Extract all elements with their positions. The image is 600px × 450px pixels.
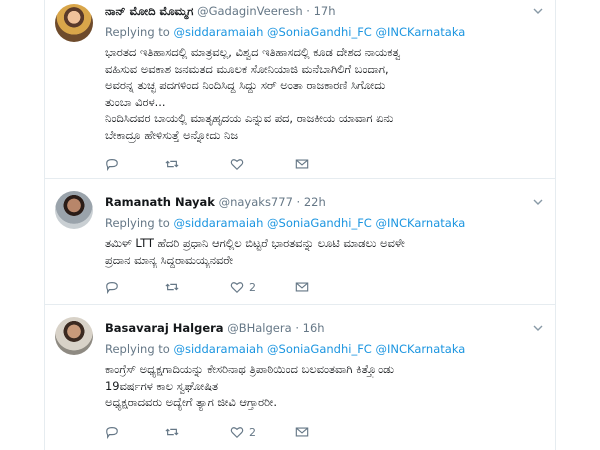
page-left-margin xyxy=(0,0,45,450)
tweet-text-line: ವಹಿಸುವ ಅವಕಾಶ ಜನಮತದ ಮೂಲಕ ಸೋನಿಯಾಜಿ ಮನೆಬಾಗಿ… xyxy=(105,61,389,76)
like-count: 2 xyxy=(249,425,256,439)
heart-icon xyxy=(230,282,244,294)
retweet-icon xyxy=(165,428,179,436)
separator-dot: · xyxy=(306,4,310,18)
envelope-icon xyxy=(295,427,309,437)
tweet-actions: 2 xyxy=(105,423,405,441)
separator-dot: · xyxy=(296,195,301,209)
like-button[interactable]: 2 xyxy=(230,423,256,441)
tweet-header: Basavaraj Halgera @BHalgera · 16h xyxy=(105,321,325,335)
display-name[interactable]: ನಾನ್ ಮೋದಿ ಮೊಮ್ಮಗ xyxy=(105,4,193,18)
tweet-text-line: 19ವರ್ಷಗಳ ಕಾಲ ಸ್ವಘೋಷಿತ xyxy=(105,378,218,393)
timestamp[interactable]: 22h xyxy=(304,195,326,209)
user-handle[interactable]: @nayaks777 xyxy=(219,195,293,209)
separator-dot: · xyxy=(295,321,299,335)
tweet[interactable]: ನಾನ್ ಮೋದಿ ಮೊಮ್ಮಗ @GadaginVeeresh · 17h R… xyxy=(45,0,555,179)
tweet-text: ಕಾಂಗ್ರೆಸ್ ಅಧ್ಯಕ್ಷಗಾದಿಯನ್ನು ಕೇಸರಿನಾಥ ತ್ರಿ… xyxy=(105,361,545,411)
tweet-text-line: ಪ್ರದಾನ ಮಾನ್ಯ ಸಿದ್ದರಾಮಯ್ಯನವರೇ xyxy=(105,252,234,267)
replying-to: Replying to @siddaramaiah @SoniaGandhi_F… xyxy=(105,216,465,230)
retweet-button[interactable] xyxy=(165,278,179,296)
mention-link[interactable]: @SoniaGandhi_FC xyxy=(267,342,372,356)
mention-link[interactable]: @SoniaGandhi_FC xyxy=(267,25,372,39)
replying-to: Replying to @siddaramaiah @SoniaGandhi_F… xyxy=(105,342,465,356)
direct-message-button[interactable] xyxy=(295,155,309,173)
retweet-icon xyxy=(165,160,179,168)
avatar[interactable] xyxy=(55,4,93,42)
tweet-header: ನಾನ್ ಮೋದಿ ಮೊಮ್ಮಗ @GadaginVeeresh · 17h xyxy=(105,4,336,19)
chevron-down-icon[interactable] xyxy=(533,197,543,207)
reply-icon xyxy=(106,159,118,171)
reply-button[interactable] xyxy=(105,423,119,441)
envelope-icon xyxy=(295,282,309,292)
tweet-text-line: ತುಂಬಾ ವಿರಳ... xyxy=(105,94,166,109)
replying-to-label: Replying to xyxy=(105,216,170,230)
reply-icon xyxy=(106,427,118,439)
reply-thread: ನಾನ್ ಮೋದಿ ಮೊಮ್ಮಗ @GadaginVeeresh · 17h R… xyxy=(45,0,555,450)
tweet-text-line: ನಿಂದಿಸಿದವರ ಬಾಯಲ್ಲಿ ಮಾತೃಹೃದಯ ಎನ್ನುವ ಪದ, ರ… xyxy=(105,111,394,126)
chevron-down-icon[interactable] xyxy=(533,323,543,333)
envelope-icon xyxy=(295,159,309,169)
tweet[interactable]: Ramanath Nayak @nayaks777 · 22h Replying… xyxy=(45,179,555,305)
mention-link[interactable]: @siddaramaiah xyxy=(174,216,264,230)
chevron-down-icon[interactable] xyxy=(533,6,543,16)
tweet-text-line: ಅಧ್ಯಕ್ಷರಾದವರು ಅದ್ಯೇಗೆ ತ್ಯಾಗ ಜೀವಿ ಆಗ್ತಾರರ… xyxy=(105,395,277,410)
replying-to-label: Replying to xyxy=(105,342,170,356)
user-handle[interactable]: @GadaginVeeresh xyxy=(197,4,303,18)
avatar[interactable] xyxy=(55,317,93,355)
mention-link[interactable]: @INCKarnataka xyxy=(376,216,466,230)
tweet-actions: 2 xyxy=(105,278,405,296)
tweet-text-line: ಕಾಂಗ್ರೆಸ್ ಅಧ್ಯಕ್ಷಗಾದಿಯನ್ನು ಕೇಸರಿನಾಥ ತ್ರಿ… xyxy=(105,362,395,376)
replying-to: Replying to @siddaramaiah @SoniaGandhi_F… xyxy=(105,25,465,39)
tweet-header: Ramanath Nayak @nayaks777 · 22h xyxy=(105,195,326,209)
direct-message-button[interactable] xyxy=(295,278,309,296)
heart-icon xyxy=(230,159,244,171)
reply-icon xyxy=(106,282,118,294)
heart-icon xyxy=(230,427,244,439)
mention-link[interactable]: @SoniaGandhi_FC xyxy=(267,216,372,230)
tweet-text-line: ಬೇಕಾದ್ರೂ ಹೇಳಿಸುತ್ತೆ ಅನ್ನೋದು ನಿಜ xyxy=(105,127,238,142)
like-button[interactable] xyxy=(230,155,249,173)
tweet-text: ಭಾರತದ ಇತಿಹಾಸದಲ್ಲಿ ಮಾತ್ರವಲ್ಲ, ವಿಶ್ವದ ಇತಿಹ… xyxy=(105,44,545,144)
display-name[interactable]: Ramanath Nayak xyxy=(105,195,215,209)
retweet-button[interactable] xyxy=(165,423,179,441)
like-button[interactable]: 2 xyxy=(230,278,256,296)
like-count: 2 xyxy=(249,280,256,294)
timestamp[interactable]: 16h xyxy=(303,321,325,335)
tweet-actions xyxy=(105,155,405,173)
replying-to-label: Replying to xyxy=(105,25,170,39)
mention-link[interactable]: @siddaramaiah xyxy=(174,342,264,356)
tweet-text-line: ತಮಿಳ್ LTT ಹೆದರಿ ಪ್ರಧಾನಿ ಆಗಲ್ಲಿಲ ಬಿಟ್ಟರೆ … xyxy=(105,236,405,250)
direct-message-button[interactable] xyxy=(295,423,309,441)
mention-link[interactable]: @siddaramaiah xyxy=(174,25,264,39)
tweet-text-line: ಭಾರತದ ಇತಿಹಾಸದಲ್ಲಿ ಮಾತ್ರವಲ್ಲ, ವಿಶ್ವದ ಇತಿಹ… xyxy=(105,45,401,59)
timestamp[interactable]: 17h xyxy=(314,4,336,18)
user-handle[interactable]: @BHalgera xyxy=(227,321,291,335)
mention-link[interactable]: @INCKarnataka xyxy=(376,25,466,39)
tweet-text: ತಮಿಳ್ LTT ಹೆದರಿ ಪ್ರಧಾನಿ ಆಗಲ್ಲಿಲ ಬಿಟ್ಟರೆ … xyxy=(105,235,545,268)
mention-link[interactable]: @INCKarnataka xyxy=(376,342,466,356)
reply-button[interactable] xyxy=(105,155,119,173)
avatar[interactable] xyxy=(55,191,93,229)
tweet[interactable]: Basavaraj Halgera @BHalgera · 16h Replyi… xyxy=(45,305,555,450)
tweet-text-line: ಅವರನ್ನ ತುಚ್ಛ ಪದಗಳಿಂದ ನಿಂದಿಸಿದ್ದ ಸಿದ್ದು ಸ… xyxy=(105,78,386,93)
reply-button[interactable] xyxy=(105,278,119,296)
retweet-button[interactable] xyxy=(165,155,179,173)
page-right-margin xyxy=(555,0,600,450)
display-name[interactable]: Basavaraj Halgera xyxy=(105,321,224,335)
retweet-icon xyxy=(165,283,179,291)
